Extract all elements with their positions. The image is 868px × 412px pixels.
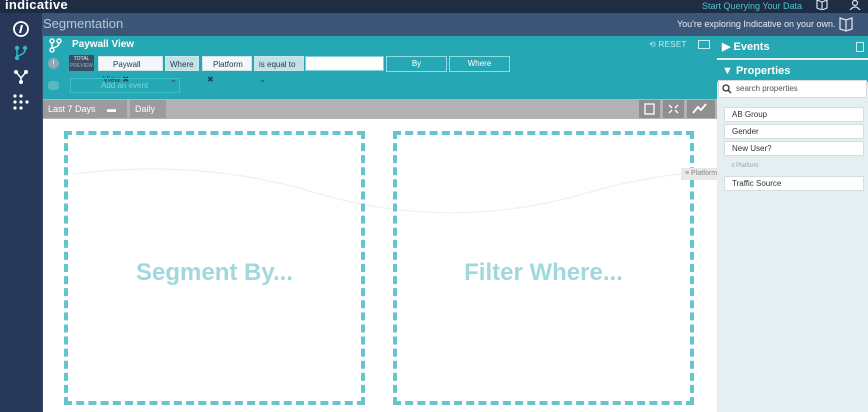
where-button[interactable]: Where: [449, 56, 510, 72]
calendar-icon: ▬: [107, 104, 116, 114]
line-chart-icon[interactable]: [687, 100, 715, 118]
date-range-label: Last 7 Days: [48, 104, 96, 114]
left-nav: [0, 13, 42, 412]
by-button[interactable]: By: [386, 56, 447, 72]
chart-toolbar: Last 7 Days ▬ Daily: [43, 99, 717, 119]
query-title[interactable]: Paywall View: [72, 39, 134, 50]
page-title: Segmentation: [43, 16, 124, 31]
segment-by-dropzone[interactable]: Segment By...: [64, 131, 365, 405]
exploring-note: You're exploring Indicative on your own.: [677, 19, 836, 29]
property-placeholder-label: Platform: [736, 163, 759, 169]
properties-label: Properties: [735, 65, 791, 77]
add-event-button[interactable]: Add an event: [70, 78, 180, 93]
reset-label: RESET: [658, 40, 687, 49]
property-item[interactable]: AB Group: [724, 107, 864, 122]
expand-icon[interactable]: [663, 100, 684, 118]
event-chip[interactable]: Paywall View ✖: [98, 56, 163, 84]
property-search-input[interactable]: search properties: [718, 80, 867, 98]
badge-total: TOTAL: [73, 56, 90, 62]
properties-section-header[interactable]: ▼ Properties: [717, 60, 868, 82]
property-item[interactable]: New User?: [724, 141, 864, 156]
granularity-button[interactable]: Daily: [130, 100, 166, 118]
dragged-property-label: Platform: [691, 170, 718, 177]
user-icon[interactable]: [848, 0, 862, 12]
start-querying-link[interactable]: Start Querying Your Data: [702, 1, 802, 11]
filter-where-dropzone[interactable]: Filter Where...: [393, 131, 694, 405]
operator-chip[interactable]: is equal to ⌄: [254, 56, 304, 84]
table-view-icon[interactable]: [639, 100, 660, 118]
info-icon[interactable]: !: [48, 58, 59, 69]
book-icon[interactable]: [815, 0, 829, 12]
where-chip[interactable]: Where ⌄: [165, 56, 199, 84]
add-event-icon[interactable]: [48, 81, 59, 90]
property-item[interactable]: Gender: [724, 124, 864, 139]
events-label: Events: [733, 41, 770, 53]
book-icon[interactable]: [838, 16, 854, 32]
operator-chip-label: is equal to: [259, 60, 296, 69]
query-panel: Paywall View ⟲ RESET ! TOTAL PREVIEW Pay…: [43, 36, 717, 99]
total-preview-badge[interactable]: TOTAL PREVIEW: [69, 55, 94, 71]
segment-by-label: Segment By...: [136, 259, 293, 286]
events-section-header[interactable]: ▶ Events: [717, 36, 868, 58]
right-panel: ▶ Events ▼ Properties search properties …: [717, 36, 868, 412]
badge-preview: PREVIEW: [69, 63, 94, 69]
dots-grid-icon[interactable]: [12, 93, 30, 111]
where-chip-label: Where: [170, 60, 194, 69]
granularity-label: Daily: [135, 104, 156, 114]
panel-toggle-icon[interactable]: [856, 42, 864, 52]
compass-icon[interactable]: [12, 20, 30, 38]
collapse-icon[interactable]: [698, 40, 710, 49]
property-item[interactable]: Traffic Source: [724, 176, 864, 191]
chart-canvas: Segment By... Filter Where...: [43, 119, 717, 412]
date-range-button[interactable]: Last 7 Days ▬: [43, 100, 127, 118]
segmentation-icon[interactable]: [12, 44, 30, 62]
value-input[interactable]: [305, 56, 384, 71]
page-header: Segmentation You're exploring Indicative…: [42, 13, 868, 36]
funnel-icon[interactable]: [12, 68, 30, 86]
property-placeholder: ≡ Platform: [731, 163, 759, 169]
property-chip-label: Platform: [213, 60, 243, 69]
brand-logo[interactable]: indicative: [5, 0, 68, 12]
top-bar: indicative Start Querying Your Data: [0, 0, 868, 13]
branch-icon: [48, 38, 63, 53]
reset-button[interactable]: ⟲ RESET: [649, 40, 687, 49]
search-icon: [722, 84, 732, 94]
property-chip[interactable]: Platform ✖: [202, 56, 252, 84]
filter-where-label: Filter Where...: [464, 259, 623, 286]
